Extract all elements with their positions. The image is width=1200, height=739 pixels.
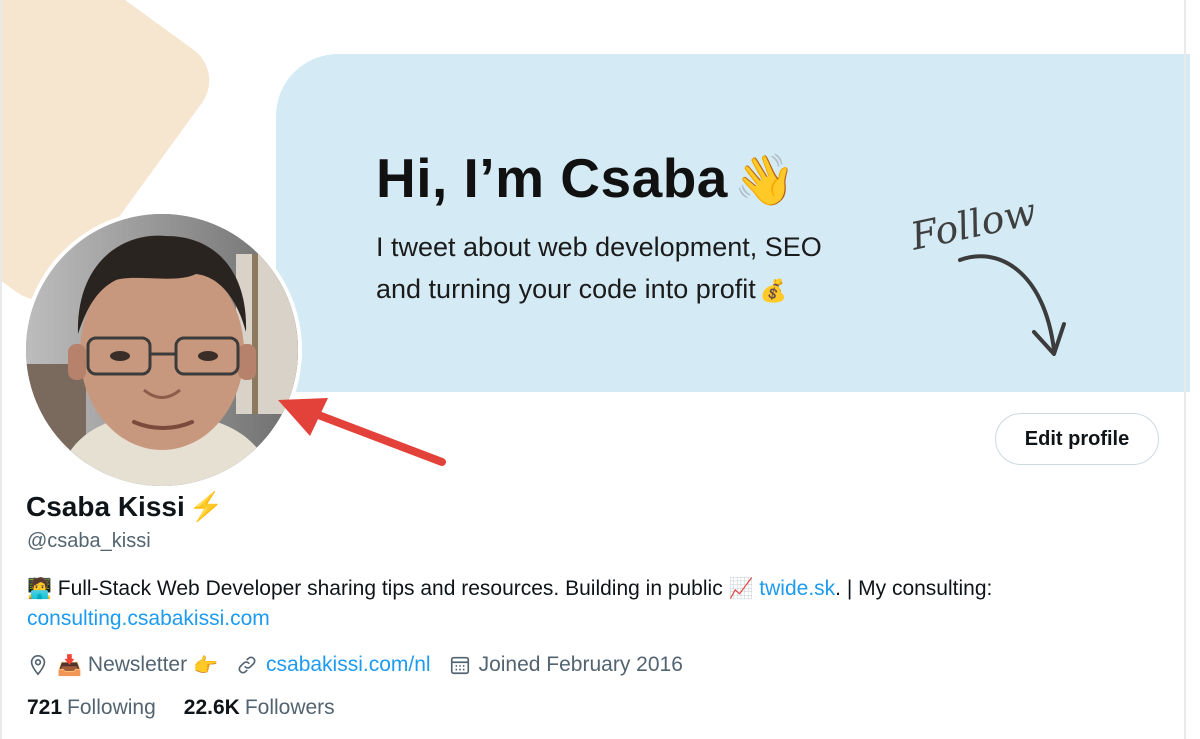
follow-stats: 721 Following 22.6K Followers	[27, 696, 363, 720]
joined-text: Joined February 2016	[478, 653, 683, 676]
edit-profile-button[interactable]: Edit profile	[995, 413, 1159, 465]
website-item: csabakissi.com/nl	[236, 653, 431, 677]
avatar-photo	[26, 214, 298, 486]
bio: 🧑‍💻 Full-Stack Web Developer sharing tip…	[27, 574, 1167, 634]
following-count: 721	[27, 696, 63, 719]
bio-link-twide[interactable]: twide.sk	[759, 577, 835, 600]
user-handle: @csaba_kissi	[27, 530, 151, 552]
following-label: Following	[67, 696, 156, 719]
bio-text: Full-Stack Web Developer sharing tips an…	[57, 577, 723, 600]
followers-label: Followers	[244, 696, 335, 719]
bio-text-consulting: . | My consulting:	[835, 577, 993, 600]
red-annotation-arrow-icon	[278, 398, 446, 466]
location-item: 📥 Newsletter 👉	[27, 653, 218, 678]
chart-increasing-icon: 📈	[728, 578, 754, 600]
followers-count: 22.6K	[183, 696, 240, 719]
money-bag-icon: 💰	[759, 278, 788, 303]
curved-arrow-icon	[958, 254, 1066, 356]
pointing-right-icon: 👉	[193, 654, 219, 677]
lightning-bolt-icon: ⚡	[188, 491, 224, 522]
joined-item: Joined February 2016	[449, 653, 683, 677]
banner-subtitle-line-2: and turning your code into profit 💰	[376, 274, 788, 304]
website-link[interactable]: csabakissi.com/nl	[266, 653, 431, 677]
banner-title: Hi, I’m Csaba 👋	[376, 147, 797, 209]
banner-subtitle-line-1: I tweet about web development, SEO	[376, 232, 822, 262]
display-name: Csaba Kissi ⚡	[26, 491, 224, 522]
location-pin-icon	[30, 655, 46, 676]
bio-link-consulting[interactable]: consulting.csabakissi.com	[27, 607, 270, 630]
avatar-portrait-icon	[26, 214, 298, 486]
inbox-tray-icon: 📥	[57, 654, 82, 677]
calendar-icon	[450, 656, 469, 675]
page-border-left	[0, 0, 2, 739]
link-icon	[238, 656, 256, 674]
banner-subtitle: I tweet about web development, SEO and t…	[376, 226, 896, 312]
technologist-icon: 🧑‍💻	[27, 578, 52, 600]
page-border-right	[1184, 0, 1186, 739]
location-text: Newsletter	[87, 653, 188, 676]
following-link[interactable]: 721 Following	[27, 696, 156, 720]
avatar[interactable]	[22, 210, 302, 490]
followers-link[interactable]: 22.6K Followers	[184, 696, 335, 720]
profile-meta: 📥 Newsletter 👉 csabakissi.com/nl Joined …	[27, 650, 701, 680]
profile-banner[interactable]: Hi, I’m Csaba 👋 I tweet about web develop…	[276, 54, 1190, 392]
waving-hand-icon: 👋	[733, 152, 797, 208]
profile-page: Hi, I’m Csaba 👋 I tweet about web develop…	[0, 0, 1200, 739]
